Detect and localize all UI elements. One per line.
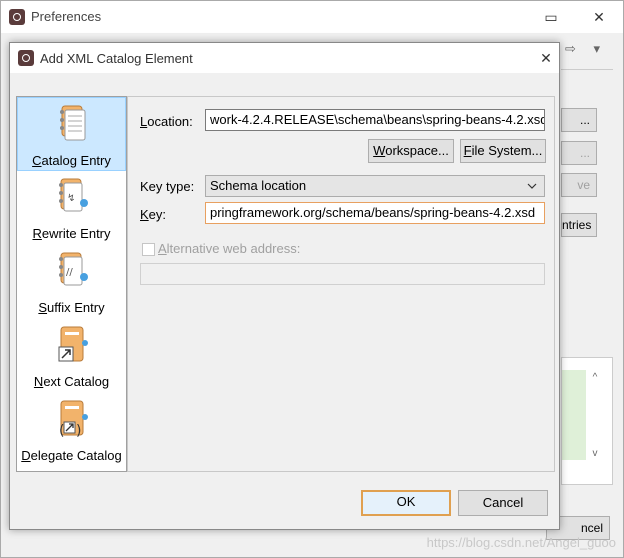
file-system-button[interactable]: File System... — [460, 139, 546, 163]
delegate-catalog-item[interactable]: ( ) Delegate Catalog — [17, 393, 126, 467]
eclipse-app-icon — [9, 9, 25, 25]
alternative-web-address-checkbox[interactable] — [142, 243, 155, 256]
dropdown-icon[interactable]: ▾ — [594, 41, 601, 56]
key-type-label: Key type: — [140, 179, 195, 194]
watermark-text: https://blog.csdn.net/Angel_guoo — [426, 535, 616, 550]
next-catalog-label: Next Catalog — [33, 374, 110, 389]
svg-text:↯: ↯ — [67, 193, 75, 204]
pref-details-box: ^ v — [561, 357, 613, 485]
suffix-entry-label: Suffix Entry — [38, 300, 105, 315]
next-catalog-icon — [58, 326, 88, 362]
workspace-button[interactable]: Workspace... — [368, 139, 454, 163]
eclipse-app-icon — [18, 50, 34, 66]
pref-button-3[interactable]: ve — [561, 173, 597, 197]
pref-button-1[interactable]: ... — [561, 108, 597, 132]
suffix-entry-item[interactable]: // Suffix Entry — [17, 245, 126, 319]
dialog-title: Add XML Catalog Element — [40, 51, 193, 66]
location-input[interactable]: work-4.2.4.RELEASE\schema\beans\spring-b… — [205, 109, 545, 131]
catalog-entry-item[interactable]: Catalog Entry — [17, 97, 126, 171]
close-icon[interactable]: ✕ — [585, 7, 613, 27]
add-xml-catalog-dialog: Add XML Catalog Element ✕ Catalog Entry … — [9, 42, 560, 530]
location-label: Location: — [140, 114, 193, 129]
cancel-button[interactable]: Cancel — [458, 490, 548, 516]
key-type-select[interactable]: Schema location — [205, 175, 545, 197]
svg-text://: // — [66, 267, 73, 278]
minimize-icon[interactable]: ▭ — [537, 7, 565, 27]
catalog-entry-label: Catalog Entry — [32, 153, 111, 168]
ok-button[interactable]: OK — [361, 490, 451, 516]
suffix-entry-icon: // — [59, 252, 88, 286]
catalog-entry-form: Location: work-4.2.4.RELEASE\schema\bean… — [127, 96, 555, 472]
rewrite-entry-item[interactable]: ↯ Rewrite Entry — [17, 171, 126, 245]
dialog-close-icon[interactable]: ✕ — [532, 48, 560, 68]
delegate-catalog-label: Delegate Catalog — [21, 448, 122, 463]
pref-button-2[interactable]: ... — [561, 141, 597, 165]
next-catalog-item[interactable]: Next Catalog — [17, 319, 126, 393]
chevron-down-icon — [527, 183, 537, 189]
key-input[interactable]: pringframework.org/schema/beans/spring-b… — [205, 202, 545, 224]
nav-arrows[interactable]: ⇨ ▾ — [565, 41, 621, 61]
details-scrollbar[interactable]: ^ v — [588, 372, 602, 462]
pref-button-4[interactable]: ntries — [561, 213, 597, 237]
catalog-type-list: Catalog Entry ↯ Rewrite Entry // Suffix … — [16, 96, 127, 472]
preferences-title: Preferences — [31, 9, 102, 24]
dialog-titlebar: Add XML Catalog Element ✕ — [10, 43, 559, 73]
preferences-titlebar: Preferences ▭ ✕ — [1, 1, 623, 33]
key-type-value: Schema location — [210, 178, 307, 193]
key-label: Key: — [140, 207, 167, 222]
forward-arrow-icon[interactable]: ⇨ — [565, 41, 576, 56]
alternative-web-address-label: Alternative web address: — [158, 241, 301, 256]
rewrite-entry-label: Rewrite Entry — [32, 226, 111, 241]
svg-text:): ) — [76, 423, 81, 439]
alternative-web-address-input[interactable] — [140, 263, 545, 285]
delegate-catalog-icon: ( ) — [59, 400, 88, 439]
catalog-entry-icon — [60, 105, 86, 141]
rewrite-entry-icon: ↯ — [59, 178, 88, 212]
